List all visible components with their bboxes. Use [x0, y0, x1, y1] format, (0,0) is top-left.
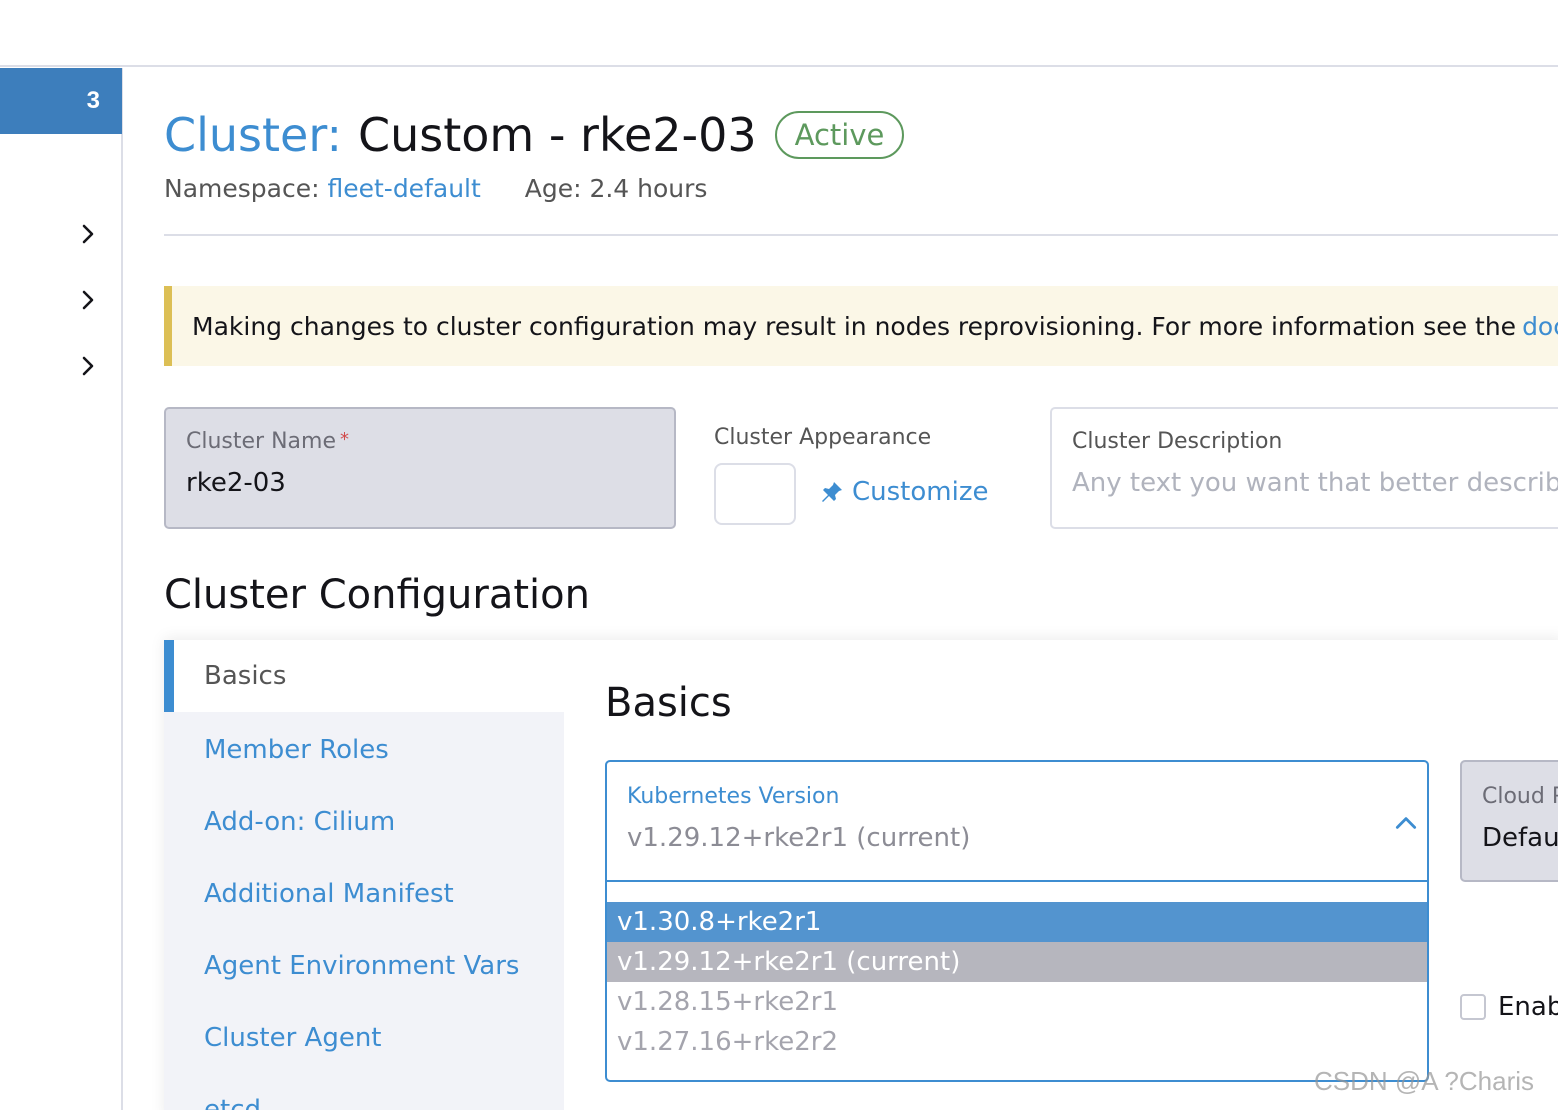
customize-label: Customize: [852, 477, 989, 507]
basics-title: Basics: [605, 680, 732, 726]
sidebar-badge[interactable]: 3: [0, 68, 122, 134]
sidebar: 3: [0, 68, 123, 1110]
watermark: CSDN @A ?Charis: [1314, 1066, 1535, 1096]
chevron-up-icon[interactable]: [1393, 810, 1419, 836]
cluster-name-field[interactable]: Cluster Name * rke2-03: [164, 407, 676, 529]
tab-etcd[interactable]: etcd: [164, 1074, 564, 1110]
version-option[interactable]: v1.28.15+rke2r1: [607, 982, 1427, 1022]
enable-checkbox[interactable]: [1460, 994, 1486, 1020]
cloud-provider-label: Cloud Provider: [1482, 784, 1558, 809]
required-indicator: *: [339, 429, 349, 450]
kubernetes-version-value: v1.29.12+rke2r1 (current): [627, 823, 971, 853]
documentation-link[interactable]: documentation: [1522, 312, 1558, 341]
main-content: Cluster: Custom - rke2-03 Active Namespa…: [124, 68, 1558, 1110]
namespace-link[interactable]: fleet-default: [327, 174, 480, 203]
sidebar-badge-label: 3: [86, 87, 100, 114]
age-text: Age: 2.4 hours: [524, 174, 708, 203]
namespace-label: Namespace:: [164, 174, 320, 203]
config-tabs: Basics Member Roles Add-on: Cilium Addit…: [164, 640, 564, 1110]
cluster-name-label-text: Cluster Name: [186, 429, 336, 454]
section-title: Cluster Configuration: [164, 572, 590, 618]
appearance-swatch[interactable]: [714, 463, 796, 525]
kubernetes-version-field[interactable]: Kubernetes Version v1.29.12+rke2r1 (curr…: [605, 760, 1429, 882]
description-label: Cluster Description: [1072, 429, 1283, 454]
enable-option[interactable]: Enable: [1460, 992, 1558, 1022]
chevron-right-icon[interactable]: [76, 222, 100, 246]
page-title: Cluster: Custom - rke2-03 Active: [164, 108, 905, 162]
cluster-description-field[interactable]: Cluster Description Any text you want th…: [1050, 407, 1558, 529]
warning-banner: Making changes to cluster configuration …: [164, 286, 1558, 366]
meta-row: Namespace: fleet-default Age: 2.4 hours: [164, 174, 707, 203]
divider: [164, 234, 1558, 236]
cluster-appearance: Cluster Appearance Customize: [714, 425, 988, 525]
version-option[interactable]: v1.29.12+rke2r1 (current): [607, 942, 1427, 982]
enable-label: Enable: [1498, 992, 1558, 1022]
cluster-title: Custom - rke2-03: [357, 108, 757, 162]
title-prefix[interactable]: Cluster:: [164, 108, 342, 162]
version-option[interactable]: v1.30.8+rke2r1: [607, 902, 1427, 942]
banner-text: Making changes to cluster configuration …: [192, 311, 1517, 341]
tab-cluster-agent[interactable]: Cluster Agent: [164, 1002, 564, 1074]
top-bar: [0, 0, 1558, 67]
kubernetes-version-dropdown: v1.30.8+rke2r1 v1.29.12+rke2r1 (current)…: [605, 880, 1429, 1082]
cloud-provider-field[interactable]: Cloud Provider Default: [1460, 760, 1558, 882]
version-option[interactable]: v1.27.16+rke2r2: [607, 1022, 1427, 1062]
status-badge: Active: [774, 111, 905, 159]
config-panel: Basics Member Roles Add-on: Cilium Addit…: [164, 640, 1558, 1110]
cluster-name-label: Cluster Name *: [186, 429, 654, 454]
chevron-right-icon[interactable]: [76, 354, 100, 378]
pin-icon: [822, 482, 842, 502]
cluster-name-value: rke2-03: [186, 468, 286, 498]
tab-basics[interactable]: Basics: [164, 640, 564, 712]
customize-button[interactable]: Customize: [820, 477, 988, 507]
appearance-label: Cluster Appearance: [714, 425, 932, 450]
tab-addon-cilium[interactable]: Add-on: Cilium: [164, 786, 564, 858]
chevron-right-icon[interactable]: [76, 288, 100, 312]
description-placeholder: Any text you want that better describes …: [1072, 468, 1558, 498]
tab-member-roles[interactable]: Member Roles: [164, 714, 564, 786]
tab-additional-manifest[interactable]: Additional Manifest: [164, 858, 564, 930]
kubernetes-version-label: Kubernetes Version: [627, 784, 840, 809]
tab-agent-env-vars[interactable]: Agent Environment Vars: [164, 930, 564, 1002]
cloud-provider-value: Default: [1482, 823, 1558, 853]
